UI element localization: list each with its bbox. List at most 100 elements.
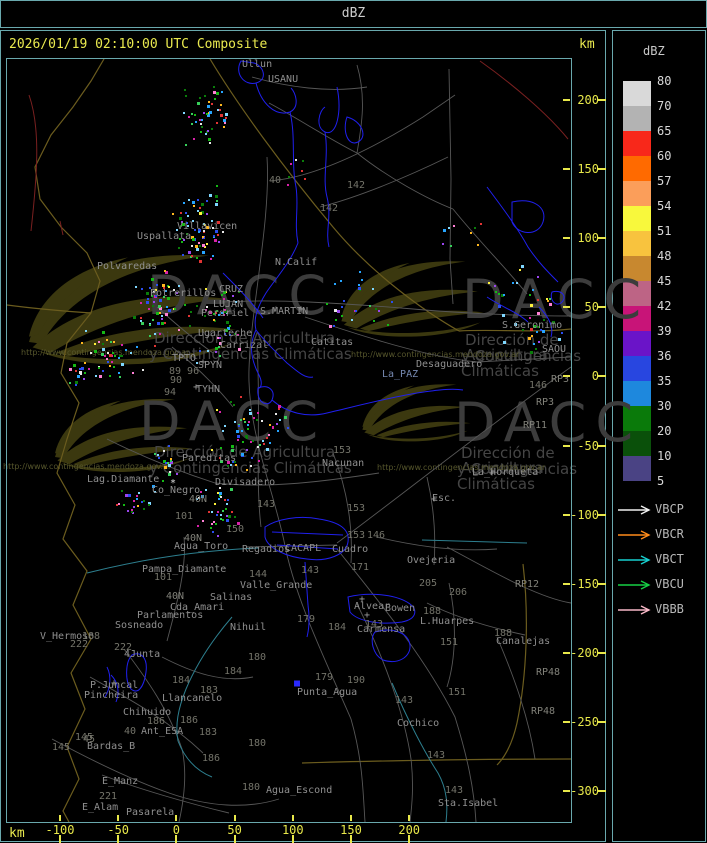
- map-label: 180: [248, 652, 267, 663]
- map-label: Perdriel: [201, 308, 250, 319]
- map-label: 40: [269, 175, 282, 186]
- map-label: 206: [449, 587, 468, 598]
- y-axis-inner-tick: [563, 375, 570, 378]
- x-axis-inner-tick: [175, 815, 178, 821]
- colorbar-tick-label: 42: [657, 299, 672, 313]
- y-axis-unit: km: [579, 37, 595, 52]
- radar-map[interactable]: Ullun USANU Villavicen Uspallata Polvaredas N…: [6, 58, 572, 823]
- y-axis-tick: [598, 237, 606, 240]
- map-label: Desaguadero: [416, 359, 483, 370]
- y-axis-inner-tick: [563, 513, 570, 516]
- map-label: 4Junta: [124, 649, 161, 660]
- colorbar-tick-label: 39: [657, 324, 672, 338]
- colorbar-band: [623, 106, 651, 131]
- y-axis-inner-tick: [563, 582, 570, 585]
- map-label: S.Geronimo: [502, 320, 563, 331]
- vector-row: VBCP: [617, 502, 703, 516]
- map-label: 143: [257, 499, 276, 510]
- map-label: Pincheira: [84, 690, 139, 701]
- timestamp: 2026/01/19 02:10:00 UTC Composite: [9, 37, 268, 52]
- map-label: Carmensa: [357, 624, 406, 635]
- map-label: RP3: [536, 397, 555, 408]
- vector-arrow-icon: [618, 555, 651, 565]
- colorbar-band: [623, 181, 651, 206]
- map-label: E_Alam: [82, 802, 119, 813]
- map-marker: ■: [294, 678, 301, 689]
- map-label: Bowen: [385, 603, 416, 614]
- y-axis-tick-label: -100: [570, 507, 599, 522]
- map-label: 145: [52, 742, 71, 753]
- map-label: Regadios: [242, 544, 291, 555]
- colorbar-tick-label: 48: [657, 249, 672, 263]
- y-axis-tick: [598, 513, 606, 516]
- colorbar-tick-label: 60: [657, 149, 672, 163]
- map-label: Polvaredas: [97, 261, 158, 272]
- map-label: 184: [224, 666, 243, 677]
- y-axis-inner-tick: [563, 237, 570, 240]
- map-label: 151: [448, 687, 467, 698]
- colorbar-tick-label: 5: [657, 474, 665, 488]
- map-label-layer: Ullun USANU Villavicen Uspallata Polvaredas N…: [7, 59, 571, 822]
- map-label: Potrerillos: [150, 288, 217, 299]
- x-axis-inner-tick: [408, 815, 411, 821]
- x-axis-unit: km: [9, 826, 25, 841]
- map-marker: +: [489, 468, 496, 479]
- map-label: La_Horqueta: [472, 467, 539, 478]
- y-axis-inner-tick: [563, 444, 570, 447]
- y-axis-inner-tick: [563, 99, 570, 101]
- map-label: Llancanelo: [162, 693, 223, 704]
- map-label: RP11: [523, 420, 548, 431]
- map-label: 142: [320, 203, 339, 214]
- window-title: dBZ: [341, 6, 366, 21]
- map-label: Ullun: [242, 59, 273, 70]
- map-label: Cochico: [397, 718, 440, 729]
- vector-row: VBCT: [617, 552, 703, 566]
- map-label: 40: [124, 726, 137, 737]
- colorbar-tick-label: 57: [657, 174, 672, 188]
- map-label: Nacunan: [322, 458, 365, 469]
- map-label: Uspallata: [137, 231, 192, 242]
- map-marker: +: [298, 304, 305, 315]
- colorbar-band: [623, 206, 651, 231]
- y-axis-inner-tick: [563, 651, 570, 654]
- y-axis-tick-label: 100: [577, 231, 599, 246]
- map-label: 190: [347, 675, 366, 686]
- map-label: 186: [180, 715, 199, 726]
- map-label: 151: [440, 637, 459, 648]
- map-label: 101: [154, 572, 173, 583]
- map-marker: +: [193, 382, 200, 393]
- y-axis-inner-tick: [563, 306, 570, 309]
- colorbar-band: [623, 456, 651, 481]
- colorbar-tick-label: 51: [657, 224, 672, 238]
- map-label: 222: [70, 639, 89, 650]
- vector-row: VBCR: [617, 527, 703, 541]
- y-axis-tick: [598, 99, 606, 101]
- y-axis-inner-tick: [563, 790, 570, 792]
- map-label: Sosneado: [115, 620, 164, 631]
- y-axis-tick: [598, 306, 606, 309]
- map-label: 90: [170, 375, 183, 386]
- map-label: RP48: [531, 706, 556, 717]
- y-axis-tick-label: -200: [570, 645, 599, 660]
- map-label: 180: [242, 782, 261, 793]
- map-label: 142: [347, 180, 366, 191]
- map-label: Ugarteche: [198, 328, 253, 339]
- map-marker: +: [431, 494, 438, 505]
- y-axis-tick-label: 50: [584, 300, 599, 315]
- map-label: Ant_ESA: [141, 726, 184, 737]
- colorbar-band: [623, 331, 651, 356]
- colorbar-tick-label: 54: [657, 199, 672, 213]
- map-label: Bardas_B: [87, 741, 136, 752]
- map-label: Punta_Agua: [297, 687, 358, 698]
- map-label: 184: [172, 675, 191, 686]
- map-label: 186: [202, 753, 221, 764]
- map-label: Pasarela: [126, 807, 175, 818]
- map-label: SAOU: [542, 344, 567, 355]
- map-label: Lag.Diamante: [87, 474, 160, 485]
- y-axis-tick: [598, 651, 606, 654]
- vector-arrow-icon: [618, 605, 651, 615]
- map-label: La_PAZ: [382, 369, 419, 380]
- map-label: 40N: [166, 591, 185, 602]
- map-label: RP48: [536, 667, 561, 678]
- colorbar-band: [623, 81, 651, 106]
